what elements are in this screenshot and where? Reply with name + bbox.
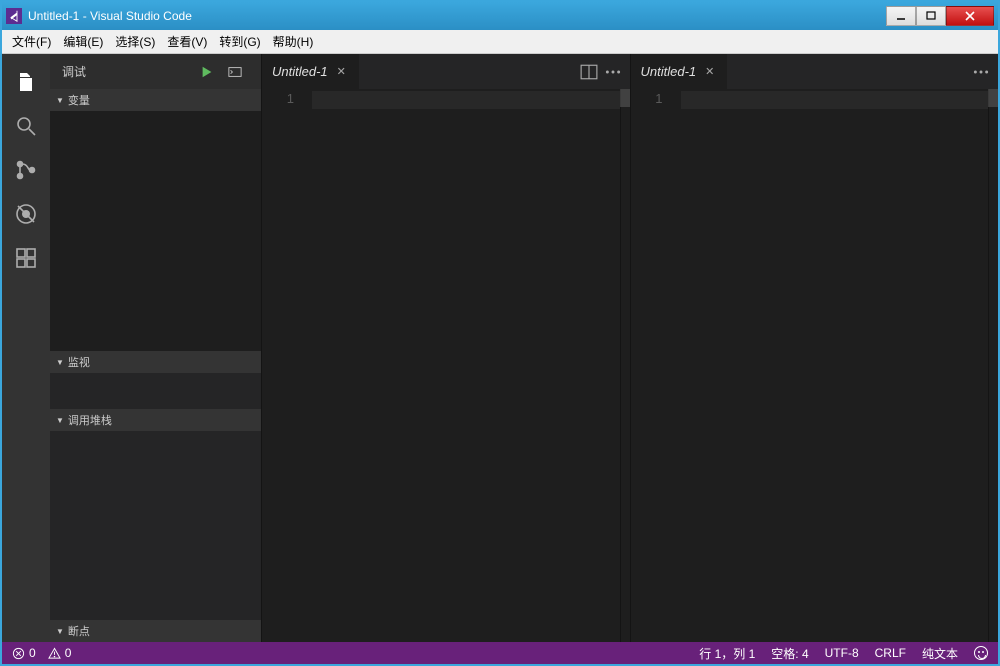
minimize-button[interactable] [886, 6, 916, 26]
panel-callstack[interactable]: ▼调用堆栈 [50, 409, 261, 431]
editor-body-1[interactable]: 1 [262, 89, 630, 642]
panel-watch-label: 监视 [68, 354, 90, 370]
split-editor-icon[interactable] [580, 63, 598, 81]
line-gutter: 1 [262, 89, 312, 642]
panel-watch[interactable]: ▼监视 [50, 351, 261, 373]
feedback-icon[interactable] [972, 646, 990, 660]
titlebar: Untitled-1 - Visual Studio Code [2, 2, 998, 30]
status-language[interactable]: 纯文本 [920, 645, 960, 662]
panel-callstack-label: 调用堆栈 [68, 412, 112, 428]
activity-extensions[interactable] [2, 238, 50, 278]
tab-untitled-1-b[interactable]: Untitled-1 ✕ [631, 54, 728, 89]
activity-debug[interactable] [2, 194, 50, 234]
tab-label: Untitled-1 [272, 64, 328, 79]
close-icon[interactable]: ✕ [334, 65, 349, 78]
more-actions-icon[interactable] [972, 63, 990, 81]
menubar: 文件(F) 编辑(E) 选择(S) 查看(V) 转到(G) 帮助(H) [2, 30, 998, 54]
panel-watch-body [50, 373, 261, 409]
close-button[interactable] [946, 6, 994, 26]
panel-variables-body [50, 111, 261, 351]
status-cursor[interactable]: 行 1，列 1 [697, 645, 757, 662]
menu-file[interactable]: 文件(F) [6, 31, 57, 52]
tabs-1: Untitled-1 ✕ [262, 54, 630, 89]
debug-console-button[interactable] [221, 58, 249, 86]
sidebar-title: 调试 [62, 63, 193, 80]
overview-ruler[interactable] [988, 89, 998, 642]
sidebar-header: 调试 [50, 54, 261, 89]
start-debug-button[interactable] [193, 58, 221, 86]
activity-bar [2, 54, 50, 642]
panel-callstack-body [50, 431, 261, 620]
editor-group-2: Untitled-1 ✕ 1 [630, 54, 999, 642]
panel-breakpoints[interactable]: ▼断点 [50, 620, 261, 642]
close-icon[interactable]: ✕ [702, 65, 717, 78]
editor-group-1: Untitled-1 ✕ 1 [261, 54, 630, 642]
editor-area: Untitled-1 ✕ 1 [261, 54, 998, 642]
menu-go[interactable]: 转到(G) [213, 31, 266, 52]
panel-variables[interactable]: ▼变量 [50, 89, 261, 111]
statusbar: 0 0 行 1，列 1 空格: 4 UTF-8 CRLF 纯文本 [2, 642, 998, 664]
title-text: Untitled-1 - Visual Studio Code [28, 9, 886, 23]
tab-label: Untitled-1 [641, 64, 697, 79]
status-encoding[interactable]: UTF-8 [823, 646, 861, 660]
status-eol[interactable]: CRLF [873, 646, 908, 660]
activity-scm[interactable] [2, 150, 50, 190]
menu-view[interactable]: 查看(V) [161, 31, 213, 52]
overview-ruler[interactable] [620, 89, 630, 642]
maximize-button[interactable] [916, 6, 946, 26]
line-gutter: 1 [631, 89, 681, 642]
menu-help[interactable]: 帮助(H) [267, 31, 320, 52]
status-warnings[interactable]: 0 [46, 646, 74, 660]
panel-breakpoints-label: 断点 [68, 623, 90, 639]
vscode-icon [6, 8, 22, 24]
editor-body-2[interactable]: 1 [631, 89, 999, 642]
status-errors[interactable]: 0 [10, 646, 38, 660]
tabs-2: Untitled-1 ✕ [631, 54, 999, 89]
more-actions-icon[interactable] [604, 63, 622, 81]
activity-search[interactable] [2, 106, 50, 146]
menu-edit[interactable]: 编辑(E) [57, 31, 109, 52]
status-indent[interactable]: 空格: 4 [769, 645, 810, 662]
menu-selection[interactable]: 选择(S) [109, 31, 161, 52]
activity-explorer[interactable] [2, 62, 50, 102]
panel-variables-label: 变量 [68, 92, 90, 108]
tab-untitled-1[interactable]: Untitled-1 ✕ [262, 54, 359, 89]
debug-sidebar: 调试 ▼变量 ▼监视 ▼调用堆栈 ▼断点 [50, 54, 261, 642]
